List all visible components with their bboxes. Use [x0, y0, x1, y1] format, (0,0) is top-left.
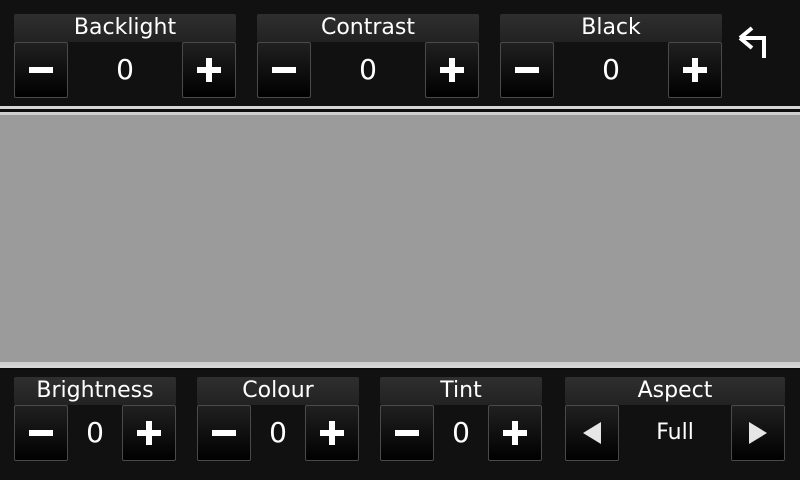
tint-decrease-button[interactable] [380, 405, 434, 461]
brightness-control: Brightness 0 [14, 377, 176, 463]
back-arrow-icon [738, 26, 766, 58]
minus-icon [395, 430, 419, 436]
contrast-control: Contrast 0 [257, 14, 479, 98]
tint-control: Tint 0 [380, 377, 542, 463]
backlight-control: Backlight 0 [14, 14, 236, 98]
tint-increase-button[interactable] [488, 405, 542, 461]
brightness-decrease-button[interactable] [14, 405, 68, 461]
contrast-increase-button[interactable] [425, 42, 479, 98]
plus-icon [503, 421, 527, 445]
colour-value: 0 [269, 416, 287, 449]
bottom-divider [0, 365, 800, 368]
plus-icon [320, 421, 344, 445]
minus-icon [29, 67, 53, 73]
minus-icon [212, 430, 236, 436]
left-arrow-icon [583, 422, 601, 444]
colour-label: Colour [197, 377, 359, 405]
plus-icon [137, 421, 161, 445]
black-label: Black [500, 14, 722, 42]
back-button[interactable] [730, 18, 778, 66]
colour-decrease-button[interactable] [197, 405, 251, 461]
tint-label: Tint [380, 377, 542, 405]
preview-area [0, 112, 800, 365]
minus-icon [272, 67, 296, 73]
contrast-decrease-button[interactable] [257, 42, 311, 98]
aspect-previous-button[interactable] [565, 405, 619, 461]
black-decrease-button[interactable] [500, 42, 554, 98]
minus-icon [515, 67, 539, 73]
aspect-label: Aspect [565, 377, 785, 405]
top-divider [0, 106, 800, 109]
tint-value: 0 [452, 416, 470, 449]
black-control: Black 0 [500, 14, 722, 98]
backlight-value: 0 [116, 53, 134, 86]
plus-icon [197, 58, 221, 82]
aspect-value: Full [656, 420, 694, 445]
minus-icon [29, 430, 53, 436]
brightness-increase-button[interactable] [122, 405, 176, 461]
right-arrow-icon [749, 422, 767, 444]
backlight-label: Backlight [14, 14, 236, 42]
colour-increase-button[interactable] [305, 405, 359, 461]
black-value: 0 [602, 53, 620, 86]
plus-icon [440, 58, 464, 82]
colour-control: Colour 0 [197, 377, 359, 463]
brightness-value: 0 [86, 416, 104, 449]
backlight-decrease-button[interactable] [14, 42, 68, 98]
aspect-next-button[interactable] [731, 405, 785, 461]
aspect-control: Aspect Full [565, 377, 785, 463]
contrast-label: Contrast [257, 14, 479, 42]
brightness-label: Brightness [14, 377, 176, 405]
contrast-value: 0 [359, 53, 377, 86]
backlight-increase-button[interactable] [182, 42, 236, 98]
black-increase-button[interactable] [668, 42, 722, 98]
plus-icon [683, 58, 707, 82]
